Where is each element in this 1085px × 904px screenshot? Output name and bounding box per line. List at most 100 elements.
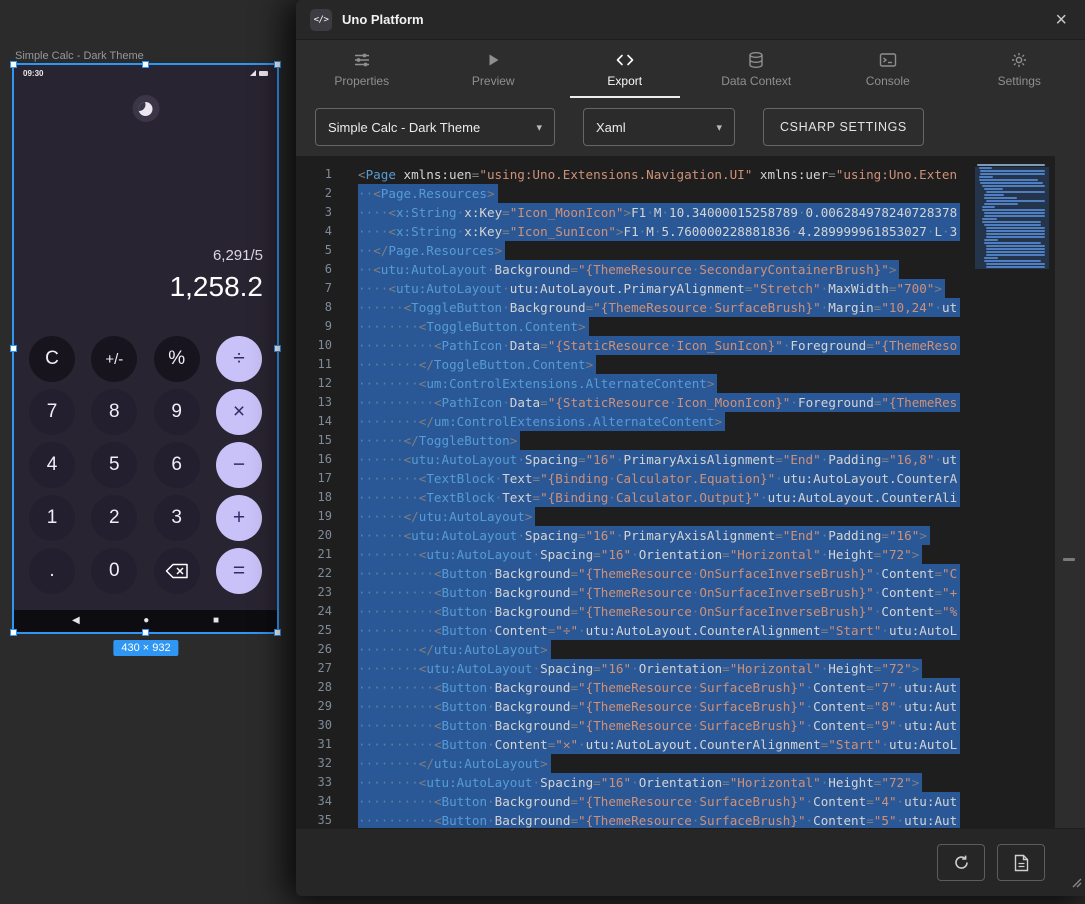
code-line[interactable]: ········<utu:AutoLayout·Spacing="16"·Ori…	[358, 545, 975, 564]
tab-settings[interactable]: Settings	[954, 40, 1085, 98]
scrollbar[interactable]	[1055, 156, 1085, 828]
code-line[interactable]: ··</Page.Resources>	[358, 241, 975, 260]
code-line[interactable]: ······<utu:AutoLayout·Spacing="16"·Prima…	[358, 526, 975, 545]
phone-artboard[interactable]: 09:30 6,291/5 1,258.2 C+/-%÷789×456−123+…	[14, 65, 277, 632]
code-line[interactable]: ··········<Button·Background="{ThemeReso…	[358, 716, 975, 735]
code-line[interactable]: ······</ToggleButton>	[358, 431, 975, 450]
selection-handle-ne[interactable]	[274, 61, 281, 68]
line-number: 26	[296, 640, 338, 659]
tab-console[interactable]: Console	[822, 40, 954, 98]
code-line[interactable]: ··········<Button·Background="{ThemeReso…	[358, 792, 975, 811]
calc-button-3[interactable]: 3	[154, 495, 200, 541]
code-line[interactable]: ··········<Button·Content="÷"·utu:AutoLa…	[358, 621, 975, 640]
calc-button-−[interactable]: −	[216, 442, 262, 488]
calc-button-backspace[interactable]	[154, 548, 200, 594]
selection-handle-nw[interactable]	[10, 61, 17, 68]
theme-toggle-button[interactable]	[132, 95, 159, 122]
code-line[interactable]: ········<TextBlock·Text="{Binding·Calcul…	[358, 469, 975, 488]
battery-icon	[259, 71, 268, 76]
play-icon	[484, 51, 502, 69]
calc-button-+[interactable]: +	[216, 495, 262, 541]
code-lines[interactable]: <Page xmlns:uen="using:Uno.Extensions.Na…	[338, 156, 975, 828]
tab-export[interactable]: Export	[559, 40, 691, 98]
calc-button-8[interactable]: 8	[91, 389, 137, 435]
code-line[interactable]: ··<utu:AutoLayout·Background="{ThemeReso…	[358, 260, 975, 279]
selection-handle-w[interactable]	[10, 345, 17, 352]
format-dropdown-value: Xaml	[596, 120, 626, 135]
calc-button-0[interactable]: 0	[91, 548, 137, 594]
tab-properties[interactable]: Properties	[296, 40, 428, 98]
code-line[interactable]: ····<x:String·x:Key="Icon_SunIcon">F1·M·…	[358, 222, 975, 241]
code-line[interactable]: ··········<Button·Background="{ThemeReso…	[358, 811, 975, 828]
calc-button-×[interactable]: ×	[216, 389, 262, 435]
refresh-button[interactable]	[937, 844, 985, 881]
code-line[interactable]: ··········<Button·Background="{ThemeReso…	[358, 678, 975, 697]
line-number: 2	[296, 184, 338, 203]
selection-handle-sw[interactable]	[10, 629, 17, 636]
line-number: 7	[296, 279, 338, 298]
minimap[interactable]	[975, 156, 1055, 828]
code-line[interactable]: ········</utu:AutoLayout>	[358, 640, 975, 659]
code-line[interactable]: ········<utu:AutoLayout·Spacing="16"·Ori…	[358, 659, 975, 678]
code-line[interactable]: ······<ToggleButton·Background="{ThemeRe…	[358, 298, 975, 317]
code-line[interactable]: ··········<Button·Background="{ThemeReso…	[358, 602, 975, 621]
line-number: 32	[296, 754, 338, 773]
calc-button-5[interactable]: 5	[91, 442, 137, 488]
window-titlebar[interactable]: </> Uno Platform ×	[296, 0, 1085, 40]
selection-handle-s[interactable]	[142, 629, 149, 636]
tab-data-context[interactable]: Data Context	[691, 40, 823, 98]
code-line[interactable]: ··<Page.Resources>	[358, 184, 975, 203]
code-line[interactable]: ··········<PathIcon·Data="{StaticResourc…	[358, 336, 975, 355]
resize-grip[interactable]	[1070, 875, 1082, 893]
code-line[interactable]: ····<utu:AutoLayout·utu:AutoLayout.Prima…	[358, 279, 975, 298]
scrollbar-thumb[interactable]	[1063, 558, 1075, 561]
code-line[interactable]: ··········<Button·Background="{ThemeReso…	[358, 697, 975, 716]
code-line[interactable]: ········</ToggleButton.Content>	[358, 355, 975, 374]
home-icon[interactable]: ●	[143, 616, 149, 626]
minimap-line	[984, 260, 1041, 262]
code-line[interactable]: ········<utu:AutoLayout·Spacing="16"·Ori…	[358, 773, 975, 792]
calc-button-=[interactable]: =	[216, 548, 262, 594]
code-line[interactable]: ········<TextBlock·Text="{Binding·Calcul…	[358, 488, 975, 507]
calc-button-1[interactable]: 1	[29, 495, 75, 541]
code-line[interactable]: ······</utu:AutoLayout>	[358, 507, 975, 526]
code-line[interactable]: ······<utu:AutoLayout·Spacing="16"·Prima…	[358, 450, 975, 469]
selection-handle-e[interactable]	[274, 345, 281, 352]
export-file-button[interactable]	[997, 844, 1045, 881]
code-line[interactable]: ········<um:ControlExtensions.AlternateC…	[358, 374, 975, 393]
tune-icon	[353, 51, 371, 69]
csharp-settings-button[interactable]: CSHARP SETTINGS	[763, 108, 924, 146]
calc-button-%[interactable]: %	[154, 336, 200, 382]
theme-dropdown[interactable]: Simple Calc - Dark Theme ▾	[315, 108, 555, 146]
code-line[interactable]: ········</utu:AutoLayout>	[358, 754, 975, 773]
calc-button-9[interactable]: 9	[154, 389, 200, 435]
code-line[interactable]: ··········<Button·Background="{ThemeReso…	[358, 564, 975, 583]
minimap-line	[986, 236, 1045, 238]
code-line[interactable]: ··········<PathIcon·Data="{StaticResourc…	[358, 393, 975, 412]
code-line[interactable]: ··········<Button·Background="{ThemeReso…	[358, 583, 975, 602]
line-number: 24	[296, 602, 338, 621]
format-dropdown[interactable]: Xaml ▾	[583, 108, 735, 146]
moon-icon	[139, 102, 153, 116]
code-line[interactable]: ····<x:String·x:Key="Icon_MoonIcon">F1·M…	[358, 203, 975, 222]
calc-button-4[interactable]: 4	[29, 442, 75, 488]
calc-button-÷[interactable]: ÷	[216, 336, 262, 382]
code-line[interactable]: ········<ToggleButton.Content>	[358, 317, 975, 336]
selection-handle-n[interactable]	[142, 61, 149, 68]
tab-preview[interactable]: Preview	[428, 40, 560, 98]
code-line[interactable]: <Page xmlns:uen="using:Uno.Extensions.Na…	[358, 165, 975, 184]
calc-button-C[interactable]: C	[29, 336, 75, 382]
back-icon[interactable]: ◀	[72, 616, 80, 626]
code-line[interactable]: ··········<Button·Content="✕"·utu:AutoLa…	[358, 735, 975, 754]
size-badge: 430 × 932	[113, 640, 178, 656]
recents-icon[interactable]: ■	[213, 616, 219, 626]
calc-button-2[interactable]: 2	[91, 495, 137, 541]
code-line[interactable]: ········</um:ControlExtensions.Alternate…	[358, 412, 975, 431]
calc-button-7[interactable]: 7	[29, 389, 75, 435]
selection-handle-se[interactable]	[274, 629, 281, 636]
calc-button-.[interactable]: .	[29, 548, 75, 594]
calc-button-+/-[interactable]: +/-	[91, 336, 137, 382]
close-icon[interactable]: ×	[1055, 10, 1067, 30]
calc-button-6[interactable]: 6	[154, 442, 200, 488]
line-number: 23	[296, 583, 338, 602]
